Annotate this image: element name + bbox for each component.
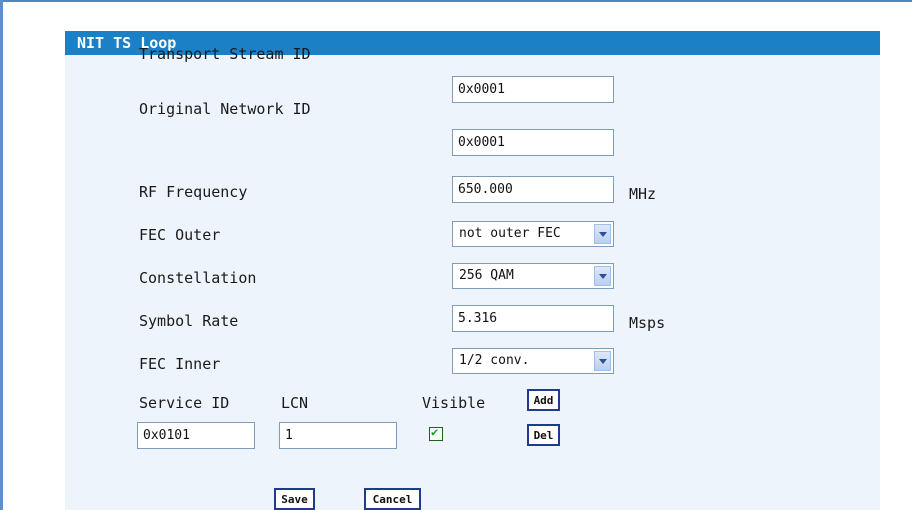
- save-button[interactable]: Save: [274, 488, 315, 510]
- service-id-label: Service ID: [139, 394, 230, 412]
- onid-label: Original Network ID: [139, 100, 311, 118]
- chevron-down-icon[interactable]: [594, 266, 611, 286]
- symbol-rate-label: Symbol Rate: [139, 312, 239, 330]
- tsid-label: Transport Stream ID: [139, 45, 311, 63]
- service-id-input[interactable]: [137, 422, 255, 449]
- fec-outer-value: not outer FEC: [459, 226, 561, 241]
- tsid-input[interactable]: [452, 76, 614, 103]
- rf-frequency-label: RF Frequency: [139, 183, 248, 201]
- nit-ts-loop-panel: NIT TS Loop Transport Stream ID Original…: [65, 31, 880, 510]
- rf-frequency-input[interactable]: [452, 176, 614, 203]
- symbol-rate-unit: Msps: [629, 314, 666, 332]
- fec-inner-select[interactable]: 1/2 conv.: [452, 348, 614, 374]
- constellation-select[interactable]: 256 QAM: [452, 263, 614, 289]
- rf-frequency-unit: MHz: [629, 185, 657, 203]
- visible-checkbox[interactable]: [429, 425, 443, 441]
- fec-inner-value: 1/2 conv.: [459, 353, 530, 368]
- chevron-down-icon[interactable]: [594, 351, 611, 371]
- fec-inner-label: FEC Inner: [139, 355, 221, 373]
- symbol-rate-input[interactable]: [452, 305, 614, 332]
- onid-input[interactable]: [452, 129, 614, 156]
- constellation-label: Constellation: [139, 269, 257, 287]
- fec-outer-label: FEC Outer: [139, 226, 221, 244]
- constellation-value: 256 QAM: [459, 268, 514, 283]
- chevron-down-icon[interactable]: [594, 224, 611, 244]
- left-border: [0, 0, 3, 510]
- add-button[interactable]: Add: [527, 389, 560, 411]
- fec-outer-select[interactable]: not outer FEC: [452, 221, 614, 247]
- visible-label: Visible: [422, 394, 486, 412]
- top-border: [0, 0, 912, 2]
- lcn-input[interactable]: [279, 422, 397, 449]
- del-button[interactable]: Del: [527, 424, 560, 446]
- cancel-button[interactable]: Cancel: [364, 488, 421, 510]
- lcn-label: LCN: [281, 394, 309, 412]
